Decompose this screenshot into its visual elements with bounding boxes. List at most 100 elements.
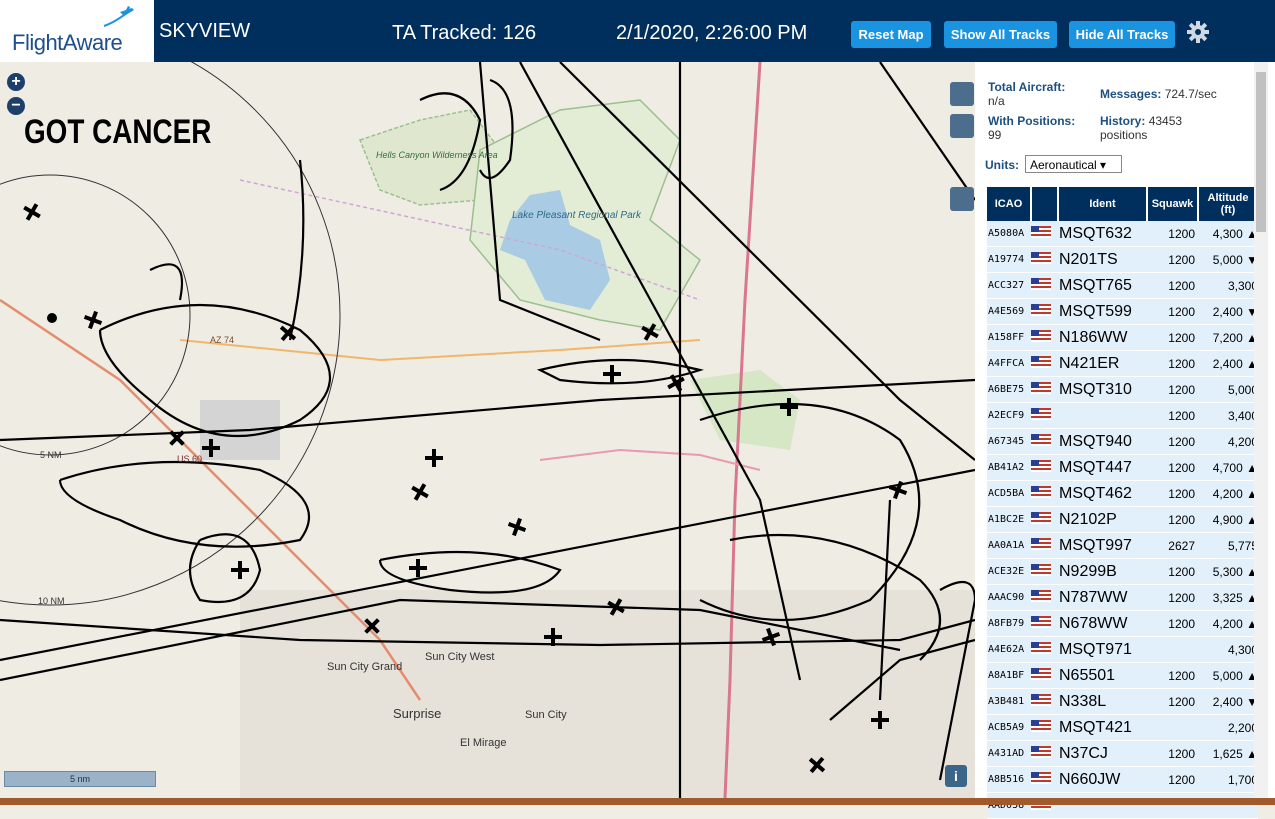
icao-cell: AA0A1A (987, 532, 1031, 559)
table-row[interactable]: ACD5BA MSQT462 1200 4,200 ▲ (987, 480, 1258, 507)
ident-cell: N2102P (1058, 506, 1147, 533)
squawk-cell: 1200 (1147, 246, 1198, 273)
ident-cell: N201TS (1058, 246, 1147, 273)
map-graphics: 5 NM 10 NM Hells Canyon Wilderness Area … (0, 62, 975, 798)
flightaware-logo[interactable]: FlightAware (0, 0, 154, 62)
ident-cell (1058, 792, 1147, 819)
icao-cell: A4FFCA (987, 350, 1031, 377)
col-altitude[interactable]: Altitude (ft) (1198, 187, 1259, 221)
scale-bar: 5 nm (4, 771, 156, 787)
map-canvas[interactable]: 5 NM 10 NM Hells Canyon Wilderness Area … (0, 62, 975, 798)
altitude-cell: 4,200 (1198, 428, 1258, 455)
icao-cell: A5080A (987, 221, 1031, 247)
icao-cell: AAD058 (987, 792, 1031, 819)
table-row[interactable]: AA0A1A MSQT997 2627 5,775 (987, 532, 1258, 559)
altitude-cell: 4,300 (1198, 636, 1258, 663)
flag-icon (1031, 506, 1058, 533)
table-row[interactable]: AAD058 (987, 792, 1258, 819)
scrollbar-thumb[interactable] (1256, 72, 1266, 232)
altitude-cell: 3,300 (1198, 272, 1258, 299)
table-row[interactable]: A67345 MSQT940 1200 4,200 (987, 428, 1258, 455)
label-el-mirage: El Mirage (460, 737, 506, 749)
squawk-cell: 1200 (1147, 221, 1198, 247)
squawk-cell: 1200 (1147, 662, 1198, 689)
col-squawk[interactable]: Squawk (1147, 187, 1199, 221)
reset-map-button[interactable]: Reset Map (851, 21, 931, 48)
history-count: History: 43453 positions (1100, 114, 1183, 142)
label-sun-city-grand: Sun City Grand (327, 661, 402, 673)
receiver-location (47, 313, 57, 323)
messages-rate: Messages: 724.7/sec (1100, 87, 1217, 101)
squawk-cell: 1200 (1147, 454, 1198, 481)
flag-icon (1031, 584, 1058, 611)
table-row[interactable]: ACE32E N9299B 1200 5,300 ▲ (987, 558, 1258, 585)
squawk-cell: 1200 (1147, 740, 1198, 767)
squawk-cell: 1200 (1147, 480, 1198, 507)
icao-cell: A19774 (987, 246, 1031, 273)
table-row[interactable]: A8FB79 N678WW 1200 4,200 ▲ (987, 610, 1258, 637)
altitude-cell: 5,000 ▲ (1198, 662, 1258, 689)
map-view-icon[interactable] (950, 82, 974, 106)
table-row[interactable]: A1BC2E N2102P 1200 4,900 ▲ (987, 506, 1258, 533)
ident-cell: MSQT997 (1058, 532, 1147, 559)
col-flag[interactable] (1031, 187, 1059, 221)
icao-cell: A431AD (987, 740, 1031, 767)
ident-cell: MSQT421 (1058, 714, 1147, 741)
col-ident[interactable]: Ident (1058, 187, 1148, 221)
flag-icon (1031, 454, 1058, 481)
col-icao[interactable]: ICAO (987, 187, 1032, 221)
units-select[interactable]: Aeronautical ▾ (1025, 155, 1122, 173)
table-row[interactable]: A8B516 N660JW 1200 1,700 (987, 766, 1258, 793)
table-row[interactable]: A6BE75 MSQT310 1200 5,000 (987, 376, 1258, 403)
table-row[interactable]: A2ECF9 1200 3,400 (987, 402, 1258, 429)
altitude-cell: 4,900 ▲ (1198, 506, 1258, 533)
grid-icon[interactable] (950, 114, 974, 138)
table-row[interactable]: AAAC90 N787WW 1200 3,325 ▲ (987, 584, 1258, 611)
table-row[interactable]: A4E569 MSQT599 1200 2,400 ▼ (987, 298, 1258, 325)
icao-cell: AAAC90 (987, 584, 1031, 611)
table-row[interactable]: A8A1BF N65501 1200 5,000 ▲ (987, 662, 1258, 689)
table-row[interactable]: A19774 N201TS 1200 5,000 ▼ (987, 246, 1258, 273)
zoom-in-button[interactable]: + (7, 73, 25, 91)
columns-icon[interactable] (950, 187, 974, 211)
gear-icon[interactable] (1186, 20, 1210, 44)
table-row[interactable]: A5080A MSQT632 1200 4,300 ▲ (987, 221, 1258, 247)
squawk-cell (1147, 636, 1198, 663)
squawk-cell: 1200 (1147, 298, 1198, 325)
ident-cell: N338L (1058, 688, 1147, 715)
flag-icon (1031, 610, 1058, 637)
desktop-strip (0, 798, 1275, 805)
table-row[interactable]: ACC327 MSQT765 1200 3,300 (987, 272, 1258, 299)
table-row[interactable]: ACB5A9 MSQT421 2,200 (987, 714, 1258, 741)
flag-icon (1031, 636, 1058, 663)
ring-label-5nm: 5 NM (40, 450, 62, 460)
zoom-out-button[interactable]: − (7, 97, 25, 115)
squawk-cell: 1200 (1147, 506, 1198, 533)
flag-icon (1031, 376, 1058, 403)
altitude-cell: 7,200 ▲ (1198, 324, 1258, 351)
aircraft-table: ICAO Ident Squawk Altitude (ft) A5080A MS… (987, 187, 1259, 819)
ident-cell: MSQT447 (1058, 454, 1147, 481)
flag-icon (1031, 662, 1058, 689)
ident-cell: N9299B (1058, 558, 1147, 585)
icao-cell: A8A1BF (987, 662, 1031, 689)
table-row[interactable]: A4E62A MSQT971 4,300 (987, 636, 1258, 663)
altitude-cell: 4,700 ▲ (1198, 454, 1258, 481)
table-row[interactable]: A431AD N37CJ 1200 1,625 ▲ (987, 740, 1258, 767)
show-all-tracks-button[interactable]: Show All Tracks (944, 21, 1057, 48)
squawk-cell: 1200 (1147, 428, 1198, 455)
table-row[interactable]: A3B481 N338L 1200 2,400 ▼ (987, 688, 1258, 715)
flag-icon (1031, 428, 1058, 455)
with-positions: With Positions: 99 (988, 114, 1076, 142)
squawk-cell: 1200 (1147, 584, 1198, 611)
total-aircraft: Total Aircraft: n/a (988, 80, 1066, 108)
icao-cell: ACE32E (987, 558, 1031, 585)
logo-text: FlightAware (12, 30, 123, 55)
hide-all-tracks-button[interactable]: Hide All Tracks (1069, 21, 1175, 48)
table-row[interactable]: AB41A2 MSQT447 1200 4,700 ▲ (987, 454, 1258, 481)
info-button[interactable]: i (945, 765, 967, 787)
altitude-cell: 5,300 ▲ (1198, 558, 1258, 585)
plane-logo-icon (103, 6, 134, 27)
table-row[interactable]: A158FF N186WW 1200 7,200 ▲ (987, 324, 1258, 351)
table-row[interactable]: A4FFCA N421ER 1200 2,400 ▲ (987, 350, 1258, 377)
